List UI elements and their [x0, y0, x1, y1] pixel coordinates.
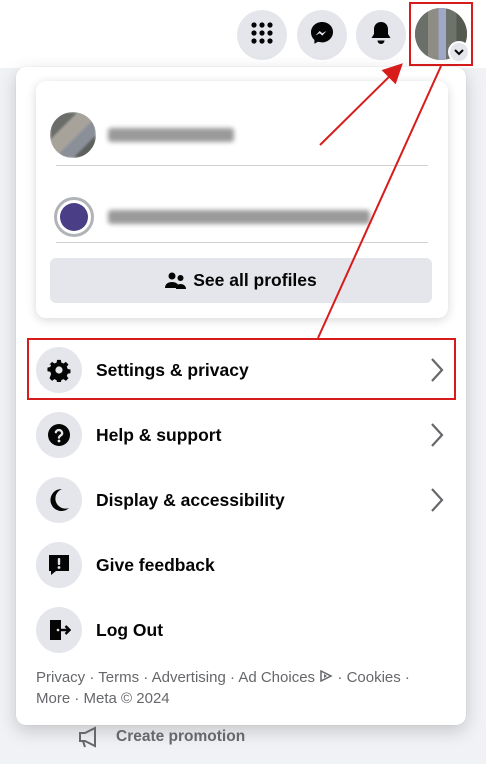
grid-menu-button[interactable]: [237, 10, 287, 60]
footer-link-cookies[interactable]: Cookies: [347, 669, 401, 686]
settings-highlight-box: [27, 338, 456, 400]
divider: [56, 165, 428, 166]
bell-icon: [369, 20, 393, 51]
menu-item-label: Display & accessibility: [96, 489, 285, 510]
menu-item-label: Give feedback: [96, 554, 215, 575]
chevron-right-icon: [430, 486, 444, 519]
ad-choices-icon: [319, 669, 333, 686]
see-all-profiles-label: See all profiles: [193, 270, 317, 290]
create-promotion-item[interactable]: Create promotion: [78, 724, 245, 750]
notifications-button[interactable]: [356, 10, 406, 60]
messenger-button[interactable]: [297, 10, 347, 60]
profile-item-personal[interactable]: [50, 107, 432, 163]
see-all-profiles-button[interactable]: See all profiles: [50, 258, 432, 303]
chevron-right-icon: [430, 421, 444, 454]
moon-icon: [36, 477, 82, 523]
messenger-icon: [309, 20, 335, 51]
menu-item-display-accessibility[interactable]: Display & accessibility: [22, 469, 460, 531]
profiles-icon: [165, 271, 187, 291]
grid-menu-icon: [251, 21, 273, 49]
megaphone-icon: [78, 726, 102, 748]
footer-link-more[interactable]: More: [36, 690, 70, 707]
menu-item-help-support[interactable]: Help & support: [22, 404, 460, 466]
profile-name-redacted: [108, 128, 234, 142]
menu-item-give-feedback[interactable]: Give feedback: [22, 534, 460, 596]
footer-link-privacy[interactable]: Privacy: [36, 669, 85, 686]
footer-copyright: Meta © 2024: [83, 690, 170, 707]
footer-link-advertising[interactable]: Advertising: [152, 669, 226, 686]
feedback-icon: [36, 542, 82, 588]
menu-item-log-out[interactable]: Log Out: [22, 599, 460, 661]
question-icon: [36, 412, 82, 458]
menu-item-label: Help & support: [96, 424, 222, 445]
footer-link-terms[interactable]: Terms: [98, 669, 139, 686]
avatar-highlight-box: [409, 2, 473, 66]
footer-link-ad-choices[interactable]: Ad Choices: [238, 669, 333, 686]
logout-icon: [36, 607, 82, 653]
page-avatar: [54, 197, 94, 237]
profiles-card: See all profiles: [36, 81, 448, 318]
footer-links: Privacy · Terms · Advertising · Ad Choic…: [36, 669, 410, 707]
create-promotion-label: Create promotion: [116, 728, 246, 745]
menu-item-label: Log Out: [96, 619, 164, 640]
profile-name-redacted: [108, 210, 370, 224]
avatar: [50, 112, 96, 158]
profile-item-page[interactable]: [50, 189, 432, 245]
divider: [56, 242, 428, 243]
